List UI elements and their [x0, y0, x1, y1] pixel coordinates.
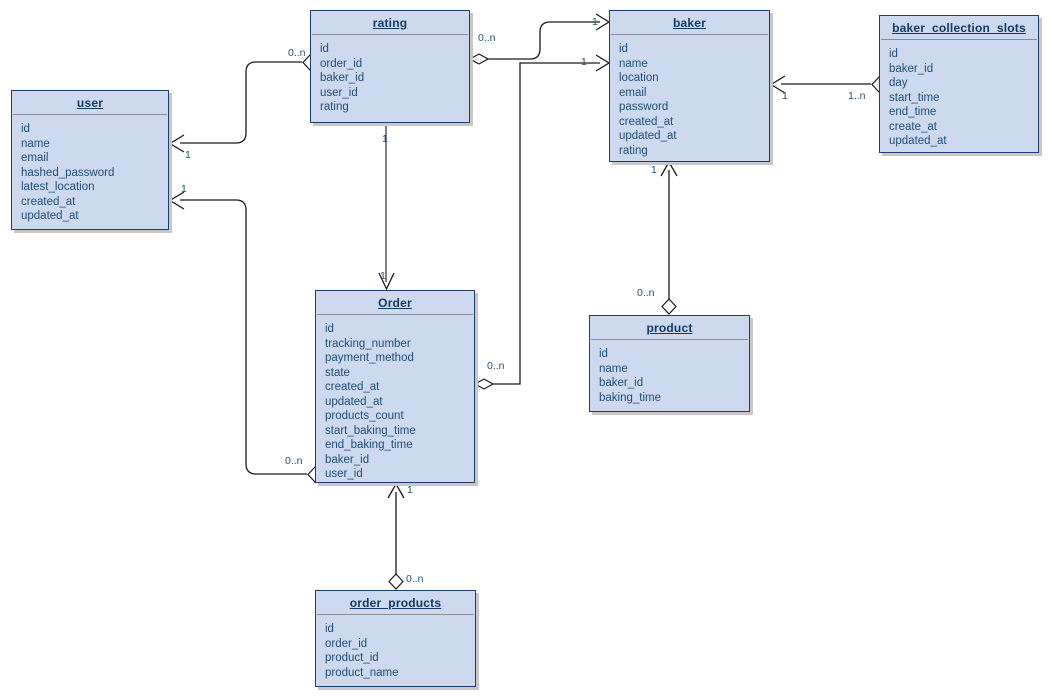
multiplicity-label: 1 [581, 56, 587, 68]
entity-attribute: password [619, 101, 669, 113]
entity-attribute: id [325, 323, 334, 335]
entity-attribute: updated_at [889, 135, 947, 147]
entity-attribute: updated_at [21, 210, 79, 222]
entity-title-baker_collection_slots: baker_collection_slots [892, 21, 1026, 35]
edge-order-user [168, 191, 323, 483]
multiplicity-label: 0..n [478, 32, 496, 44]
entity-attribute-list-product: id name baker_id baking_time [590, 340, 749, 411]
edge-orderproducts-order [387, 482, 405, 590]
entity-attribute: id [599, 348, 608, 360]
entity-attribute: tracking_number [325, 337, 411, 350]
entity-attribute: id [320, 43, 329, 55]
multiplicity-label: 1 [651, 164, 657, 176]
entity-attribute: created_at [619, 115, 674, 128]
entity-baker_collection_slots[interactable]: baker_collection_slotsid baker_idday start… [879, 15, 1039, 153]
edge-rating-order [378, 123, 395, 291]
entity-attribute: id [325, 623, 334, 635]
entity-attribute: email [21, 152, 49, 164]
entity-attribute: name [619, 57, 648, 70]
entity-attribute: baker_id [325, 453, 370, 466]
entity-attribute: baking_time [599, 391, 662, 404]
multiplicity-label: 1 [407, 484, 413, 496]
entity-attribute: end_baking_time [325, 439, 413, 451]
entity-attribute: start_time [889, 91, 940, 104]
entity-attribute: rating [619, 144, 648, 157]
entity-attribute-list-baker_collection_slots: id baker_idday start_time end_time create_at… [880, 40, 1038, 155]
entity-attribute: email [619, 86, 647, 99]
entity-attribute: user_id [325, 468, 363, 480]
entity-attribute-list-baker: id name location email password created_atupd… [610, 35, 769, 164]
entity-attribute: hashed_password [21, 166, 115, 179]
edge-rating-user [168, 54, 318, 153]
entity-attribute-list-user: id name email hashed_password latest_locatio… [12, 115, 168, 230]
entity-order[interactable]: Order id tracking_number payment_methodstat… [315, 290, 475, 483]
multiplicity-label: 1 [380, 270, 386, 282]
entity-title-product: product [646, 321, 693, 335]
edge-product-baker [660, 160, 678, 315]
entity-attribute: product_id [325, 652, 379, 664]
entity-attribute-list-order: id tracking_number payment_methodstate crea… [316, 315, 474, 488]
entity-rating[interactable]: rating id order_id baker_id user_id rating [310, 10, 470, 123]
entity-attribute-list-rating: id order_id baker_id user_idrating [311, 35, 469, 121]
entity-attribute: baker_id [599, 377, 644, 389]
entity-attribute: created_at [21, 195, 76, 208]
entity-order_products[interactable]: order_productsid order_id product_idproduc… [315, 590, 476, 687]
entity-attribute: user_id [320, 86, 358, 99]
entity-attribute: id [21, 123, 30, 135]
entity-title-order: Order [378, 296, 412, 310]
multiplicity-label: 1 [782, 90, 788, 102]
entity-attribute: product_name [325, 666, 399, 679]
entity-attribute: created_at [325, 381, 380, 393]
multiplicity-label: 1..n [848, 90, 866, 102]
multiplicity-label: 0..n [637, 287, 655, 299]
multiplicity-label: 1 [382, 133, 388, 145]
multiplicity-label: 0..n [285, 455, 303, 467]
entity-attribute: name [21, 137, 50, 150]
entity-baker[interactable]: baker id name location email password created_… [609, 10, 770, 162]
entity-attribute: location [619, 72, 659, 84]
entity-attribute: state [325, 366, 350, 379]
entity-attribute: order_id [325, 637, 368, 650]
multiplicity-label: 0..n [288, 47, 306, 59]
entity-attribute: updated_at [325, 395, 383, 408]
entity-attribute: updated_at [619, 130, 677, 142]
entity-attribute: name [599, 362, 628, 375]
entity-product[interactable]: product id name baker_id baking_time [589, 315, 750, 412]
entity-attribute-list-order_products: id order_id product_id product_name [316, 615, 475, 686]
entity-title-user: user [76, 96, 104, 110]
multiplicity-label: 0..n [406, 573, 424, 585]
entity-user[interactable]: user id name email hashed_password latest_loc… [11, 90, 169, 230]
entity-attribute: baker_id [889, 62, 934, 75]
entity-title-order_products: order_products [349, 596, 442, 610]
entity-attribute: day [889, 77, 908, 89]
entity-attribute: latest_location [21, 181, 95, 193]
multiplicity-label: 1 [181, 183, 187, 195]
multiplicity-label: 1 [185, 149, 191, 161]
entity-attribute: end_time [889, 106, 937, 118]
entity-attribute: id [619, 43, 628, 55]
entity-attribute: baker_id [320, 72, 365, 84]
entity-title-baker: baker [672, 16, 707, 30]
entity-attribute: create_at [889, 120, 937, 133]
entity-attribute: start_baking_time [325, 424, 416, 437]
entity-title-rating: rating [372, 16, 408, 30]
entity-attribute: products_count [325, 410, 404, 422]
multiplicity-label: 0..n [487, 360, 505, 372]
edge-slots-baker [769, 75, 887, 94]
er-diagram-canvas: rating id order_id baker_id user_id rating use… [0, 0, 1053, 700]
entity-attribute: payment_method [325, 352, 414, 364]
entity-attribute: rating [320, 101, 349, 113]
entity-attribute: order_id [320, 57, 363, 70]
entity-attribute: id [889, 48, 898, 60]
multiplicity-label: 1 [592, 16, 598, 28]
